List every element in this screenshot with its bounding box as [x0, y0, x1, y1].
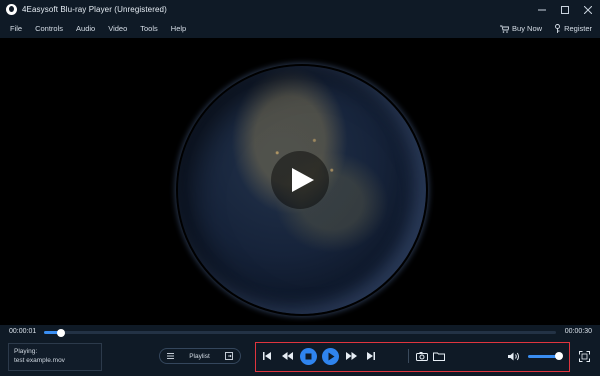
play-icon — [321, 347, 339, 365]
volume-icon — [508, 352, 519, 360]
forward-icon — [345, 352, 357, 360]
menu-file[interactable]: File — [10, 24, 22, 33]
now-playing-label: Playing: — [14, 348, 38, 355]
menu-bar: File Controls Audio Video Tools Help Buy… — [0, 19, 600, 38]
control-bar: Playing: test example.mov Playlist — [0, 341, 600, 376]
window-controls — [536, 0, 594, 19]
controls-divider — [408, 349, 409, 363]
stop-icon — [299, 347, 317, 365]
fullscreen-icon — [578, 350, 590, 362]
stop-button[interactable] — [299, 347, 317, 365]
previous-icon — [263, 352, 271, 360]
mute-button[interactable] — [507, 347, 521, 365]
menu-audio[interactable]: Audio — [76, 24, 95, 33]
rewind-icon — [281, 352, 293, 360]
title-bar: 4Easysoft Blu-ray Player (Unregistered) — [0, 0, 600, 19]
menu-right-group: Buy Now Register — [500, 19, 592, 38]
playlist-toggle-icon — [225, 352, 233, 360]
close-icon[interactable] — [582, 4, 594, 16]
total-time: 00:00:30 — [564, 328, 592, 335]
menu-help[interactable]: Help — [171, 24, 186, 33]
play-button[interactable] — [321, 347, 339, 365]
now-playing-panel: Playing: test example.mov — [8, 343, 102, 371]
next-button[interactable] — [366, 347, 376, 365]
next-icon — [367, 352, 375, 360]
video-display[interactable] — [0, 38, 600, 325]
snapshot-icon — [416, 351, 428, 361]
volume-slider[interactable] — [528, 355, 558, 358]
play-icon — [291, 168, 314, 192]
play-overlay-button[interactable] — [271, 151, 329, 209]
playlist-menu-icon — [167, 353, 174, 359]
register-label: Register — [564, 24, 592, 33]
open-folder-button[interactable] — [432, 347, 446, 365]
snapshot-button[interactable] — [415, 347, 429, 365]
previous-button[interactable] — [262, 347, 272, 365]
folder-icon — [433, 352, 445, 361]
register-button[interactable]: Register — [554, 24, 592, 33]
seek-bar-handle[interactable] — [56, 328, 65, 337]
forward-button[interactable] — [344, 347, 358, 365]
cart-icon — [500, 25, 510, 33]
app-logo-icon — [6, 4, 17, 15]
menu-tools[interactable]: Tools — [140, 24, 158, 33]
volume-slider-handle[interactable] — [555, 352, 563, 360]
menu-video[interactable]: Video — [108, 24, 127, 33]
buy-now-label: Buy Now — [512, 24, 543, 33]
fullscreen-button[interactable] — [577, 347, 591, 365]
rewind-button[interactable] — [280, 347, 294, 365]
now-playing-file: test example.mov — [14, 357, 65, 364]
key-icon — [555, 24, 561, 33]
minimize-icon[interactable] — [536, 4, 548, 16]
buy-now-button[interactable]: Buy Now — [500, 24, 542, 33]
playlist-button[interactable]: Playlist — [159, 348, 241, 364]
current-time: 00:00:01 — [9, 328, 37, 335]
progress-row: 00:00:01 00:00:30 — [0, 325, 600, 341]
seek-bar[interactable] — [44, 328, 556, 337]
playlist-label: Playlist — [189, 352, 210, 360]
window-title: 4Easysoft Blu-ray Player (Unregistered) — [22, 5, 167, 14]
menu-controls[interactable]: Controls — [35, 24, 63, 33]
maximize-icon[interactable] — [559, 4, 571, 16]
